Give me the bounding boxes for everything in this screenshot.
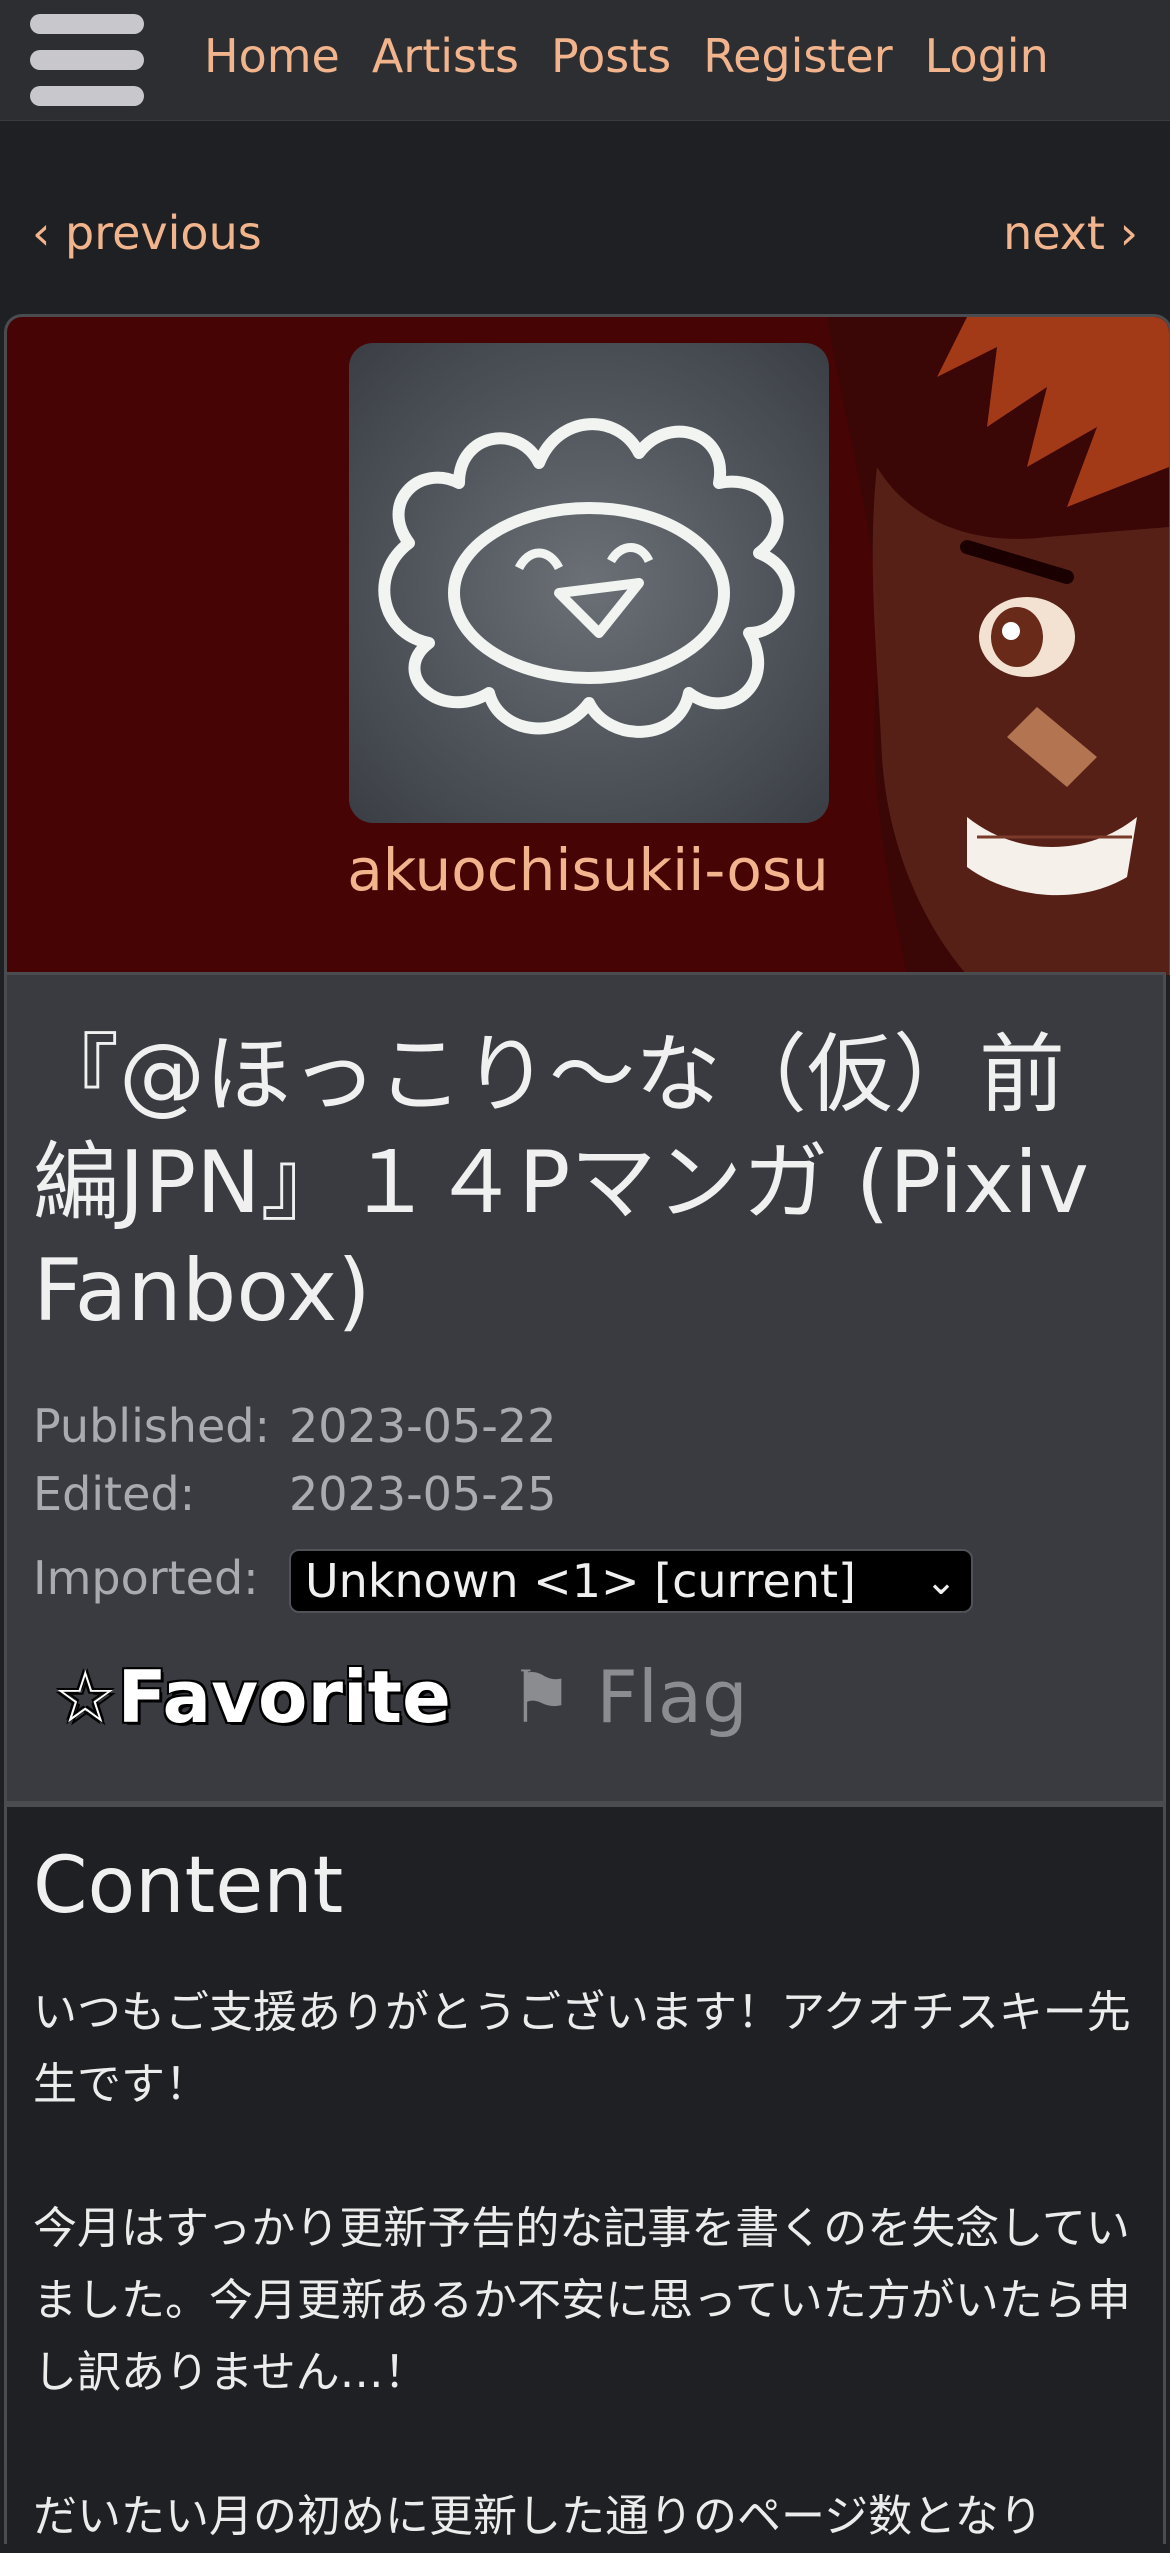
flower-doodle-image: [378, 418, 795, 738]
imported-label: Imported:: [33, 1551, 259, 1605]
artist-banner: akuochisukii-osu: [4, 314, 1170, 975]
artist-avatar[interactable]: [349, 343, 829, 823]
nav-posts-link[interactable]: Posts: [551, 28, 671, 84]
hamburger-menu-icon[interactable]: [30, 14, 144, 106]
content-heading: Content: [33, 1841, 344, 1931]
post-title: 『@ほっこり～な（仮）前編JPN』１４Pマンガ (Pixiv Fanbox): [33, 1025, 1089, 1341]
published-date: 2023-05-22: [289, 1399, 557, 1453]
imported-revision-select[interactable]: Unknown <1> [current] ⌄: [289, 1549, 973, 1613]
nav-login-link[interactable]: Login: [925, 28, 1049, 84]
content-paragraph: いつもご支援ありがとうございます！アクオチスキー先生です！: [33, 1987, 1131, 2110]
imported-revision-value: Unknown <1> [current]: [305, 1554, 856, 1608]
edited-label: Edited:: [33, 1467, 196, 1521]
content-paragraph: だいたい月の初めに更新した通りのページ数となり: [33, 2491, 1043, 2542]
favorite-button[interactable]: ☆Favorite: [53, 1655, 451, 1739]
nav-home-link[interactable]: Home: [204, 28, 340, 84]
artist-name-link[interactable]: akuochisukii-osu: [7, 835, 1169, 905]
nav-artists-link[interactable]: Artists: [372, 28, 519, 84]
post-pager: ‹ previous next ›: [0, 200, 1170, 270]
post-info-panel: 『@ほっこり～な（仮）前編JPN』１４Pマンガ (Pixiv Fanbox) P…: [4, 972, 1166, 1804]
edited-date: 2023-05-25: [289, 1467, 557, 1521]
top-navigation-bar: Home Artists Posts Register Login: [0, 0, 1170, 121]
next-link[interactable]: next ›: [1003, 206, 1138, 260]
content-paragraph: 今月はすっかり更新予告的な記事を書くのを失念していました。今月更新あるか不安に思…: [33, 2203, 1131, 2398]
flag-button[interactable]: ⚑ Flag: [509, 1655, 748, 1739]
nav-links: Home Artists Posts Register Login: [204, 28, 1049, 84]
previous-link[interactable]: ‹ previous: [32, 206, 262, 260]
nav-register-link[interactable]: Register: [703, 28, 892, 84]
post-content-section: Content いつもご支援ありがとうございます！アクオチスキー先生です！ 今月…: [4, 1804, 1166, 2544]
published-label: Published:: [33, 1399, 270, 1453]
chevron-down-icon: ⌄: [925, 1559, 957, 1603]
